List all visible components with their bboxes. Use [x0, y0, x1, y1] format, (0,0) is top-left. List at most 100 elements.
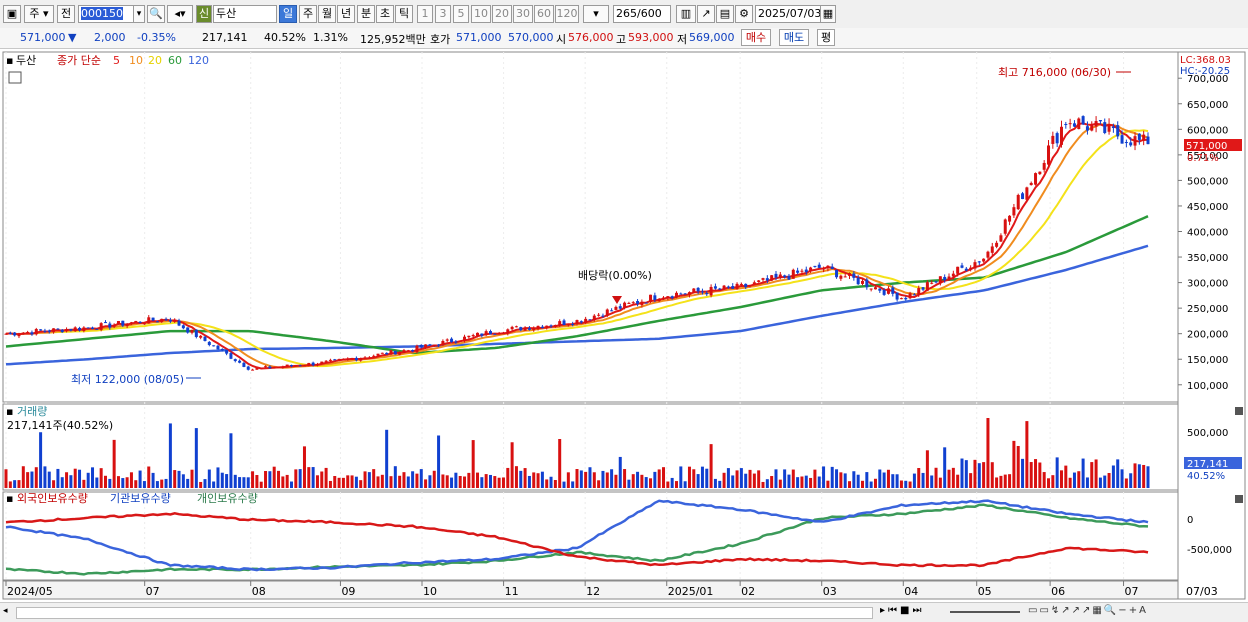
volume-bar — [277, 470, 281, 488]
sell-button[interactable]: 매도 — [779, 29, 809, 46]
volume-bar — [30, 471, 34, 488]
volume-bar — [1133, 463, 1137, 488]
date-field[interactable]: 2025/07/03 — [755, 5, 821, 23]
hc-label: HC:-20.25 — [1180, 66, 1230, 77]
market-select[interactable]: 주 ▾ — [24, 5, 54, 23]
candle-body — [203, 336, 207, 341]
volume-bar — [1038, 462, 1042, 488]
gear-icon[interactable]: ⚙ — [735, 5, 753, 23]
candle-body — [657, 298, 661, 302]
holdings-close-icon[interactable] — [1235, 495, 1243, 503]
holdings-menu-icon[interactable]: ▪ — [6, 492, 13, 505]
min-3[interactable]: 3 — [435, 5, 451, 23]
volume-bar — [497, 477, 501, 488]
tool-icons[interactable]: ▭▭↯↗↗↗▦🔍−+A — [1028, 605, 1148, 616]
volume-bar — [938, 477, 942, 488]
candle-body — [86, 327, 90, 329]
candle-body — [1059, 126, 1063, 145]
candle-body — [674, 292, 678, 298]
period-tick[interactable]: 틱 — [395, 5, 413, 23]
candle-body — [1129, 142, 1133, 146]
period-second[interactable]: 초 — [376, 5, 394, 23]
bottom-scrollbar[interactable]: ◂ ▸⏮■⏭ ▭▭↯↗↗↗▦🔍−+A — [0, 602, 1248, 622]
table-icon[interactable] — [8, 71, 22, 84]
buy-button[interactable]: 매수 — [741, 29, 771, 46]
volume-bar — [696, 474, 700, 488]
minute-select[interactable]: ▾ — [583, 5, 609, 23]
code-dropdown-icon[interactable]: ▾ — [133, 5, 145, 23]
volume-bar — [995, 477, 999, 488]
zoom-slider[interactable] — [950, 611, 1020, 613]
min-1[interactable]: 1 — [417, 5, 433, 23]
y-tick-label: 400,000 — [1187, 228, 1228, 239]
candle-body — [540, 326, 544, 329]
y-tick-label: 500,000 — [1187, 176, 1228, 187]
volume-bar — [177, 470, 181, 488]
volume-bar — [476, 472, 480, 488]
volume-bar — [432, 470, 436, 488]
high-annotation: 최고 716,000 (06/30) — [998, 66, 1111, 79]
period-month[interactable]: 월 — [318, 5, 336, 23]
volume-bar — [783, 469, 787, 488]
volume-y-tick: 500,000 — [1187, 428, 1228, 439]
candle-icon[interactable]: ▥ — [676, 5, 696, 23]
volume-close-icon[interactable] — [1235, 407, 1243, 415]
candle-body — [826, 265, 830, 269]
candle-body — [190, 330, 194, 333]
panel-menu-icon[interactable]: ▪ — [6, 54, 13, 67]
draw-icon[interactable]: ↗ — [697, 5, 715, 23]
min-5[interactable]: 5 — [453, 5, 469, 23]
candle-body — [960, 265, 964, 268]
period-minute[interactable]: 분 — [357, 5, 375, 23]
volume-bar — [125, 477, 129, 488]
candle-body — [277, 366, 281, 368]
chart-area[interactable]: 100,000 150,000 200,000 250,000 300,000 350,0… — [0, 50, 1248, 602]
min-20[interactable]: 20 — [492, 5, 512, 23]
scroll-track[interactable] — [16, 607, 873, 619]
search-icon[interactable]: 🔍 — [147, 5, 165, 23]
candle-body — [47, 330, 51, 332]
sound-icon[interactable]: ◂▾ — [167, 5, 193, 23]
count-field[interactable]: 265/600 — [613, 5, 671, 23]
volume-menu-icon[interactable]: ▪ — [6, 405, 13, 418]
stock-name-field[interactable]: 두산 — [213, 5, 277, 23]
candle-body — [56, 328, 60, 330]
volume-bar — [761, 481, 765, 488]
volume-bar — [804, 475, 808, 488]
min-120[interactable]: 120 — [555, 5, 579, 23]
candle-body — [878, 288, 882, 291]
price-chart-svg[interactable]: 100,000 150,000 200,000 250,000 300,000 350,0… — [0, 50, 1248, 602]
period-year[interactable]: 년 — [337, 5, 355, 23]
scroll-left-icon[interactable]: ◂ — [3, 606, 13, 618]
low-price: 569,000 — [689, 31, 735, 44]
period-day[interactable]: 일 — [279, 5, 297, 23]
volume-bar — [956, 474, 960, 488]
toolbar: ▣ 주 ▾ 전 000150 ▾ 🔍 ◂▾ 신 두산 일 주 월 년 분 초 틱… — [0, 0, 1248, 29]
volume-bar — [56, 468, 60, 488]
save-icon[interactable]: ▤ — [716, 5, 734, 23]
volume-bar — [726, 468, 730, 488]
candle-body — [636, 301, 640, 304]
volume-bar — [155, 481, 159, 488]
candle-body — [151, 317, 155, 321]
volume-bar — [142, 481, 146, 488]
min-30[interactable]: 30 — [513, 5, 533, 23]
candle-body — [986, 251, 990, 258]
min-10[interactable]: 10 — [471, 5, 491, 23]
candle-body — [112, 324, 116, 327]
candle-body — [510, 326, 514, 330]
eval-button[interactable]: 평 — [817, 29, 835, 46]
window-icon[interactable]: ▣ — [3, 5, 21, 23]
candle-body — [783, 275, 787, 278]
period-week[interactable]: 주 — [299, 5, 317, 23]
candle-body — [787, 275, 791, 280]
volume-bar — [82, 479, 86, 488]
prev-button[interactable]: 전 — [57, 5, 75, 23]
volume-bar — [294, 469, 298, 488]
x-tick-label: 12 — [586, 585, 600, 598]
calendar-icon[interactable]: ▦ — [820, 5, 836, 23]
volume-bar — [809, 477, 813, 488]
min-60[interactable]: 60 — [534, 5, 554, 23]
candle-body — [121, 320, 125, 326]
playback-controls[interactable]: ▸⏮■⏭ — [880, 605, 924, 616]
